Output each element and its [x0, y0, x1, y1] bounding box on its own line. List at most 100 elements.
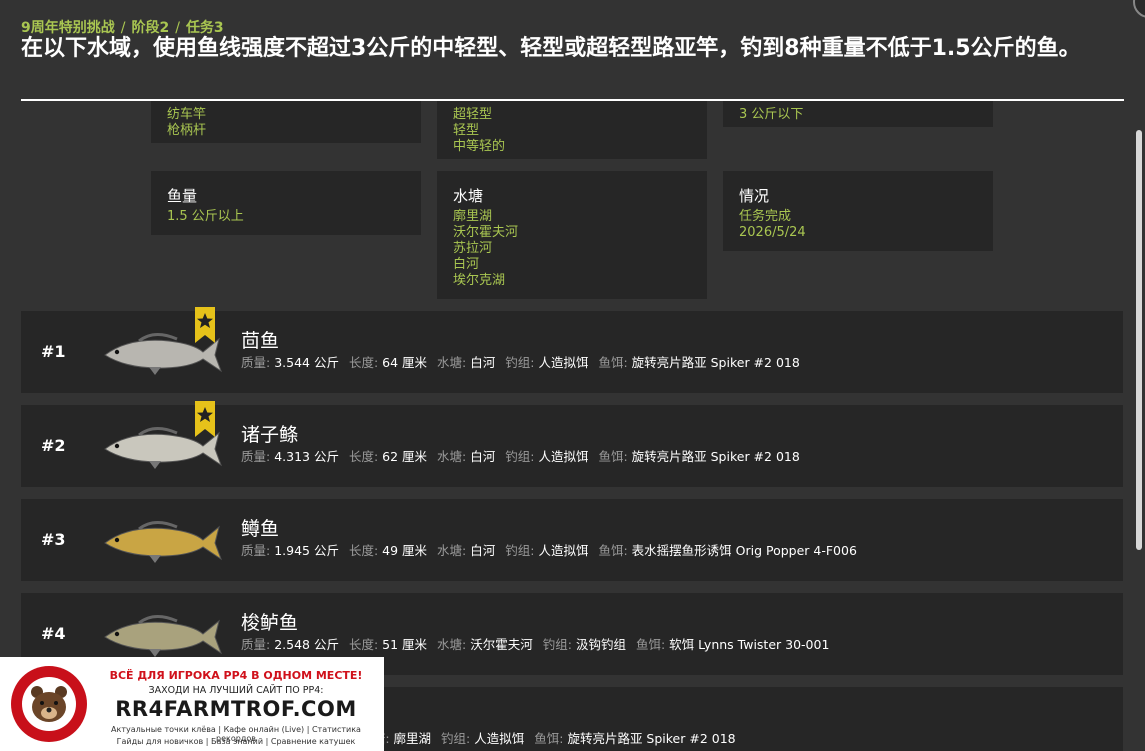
ad-headline: ВСЁ ДЛЯ ИГРОКА РР4 В ОДНОМ МЕСТЕ! [109, 669, 363, 682]
detail-value-length: 49 厘米 [382, 543, 428, 558]
detail-value-length: 64 厘米 [382, 355, 428, 370]
card-rod-type-value-3: 中等轻的 [453, 139, 506, 154]
catch-row[interactable]: #1 茴鱼 质量: 3.544 公斤 长度: 64 厘米 水塘: 白河 钓组: 人造… [21, 307, 1123, 393]
ad-subheadline: ЗАХОДИ НА ЛУЧШИЙ САЙТ ПО РР4: [148, 685, 324, 696]
zander-fish-icon [104, 615, 223, 657]
breadcrumb-item-task: 任务3 [185, 20, 224, 36]
card-status: 情况 任务完成 2026/5/24 [723, 171, 993, 251]
detail-value-bait: 旋转亮片路亚 Spiker #2 018 [631, 449, 800, 464]
catch-details: 质量: 4.313 公斤 长度: 62 厘米 水塘: 白河 钓组: 人造拟饵 鱼… [241, 446, 806, 465]
pond-item: 沃尔霍夫河 [453, 225, 519, 240]
detail-key-length: 长度: [348, 449, 379, 464]
pond-item: 苏拉河 [453, 241, 493, 256]
detail-value-bait: 表水摇摆鱼形诱饵 Orig Popper 4-F006 [631, 543, 857, 558]
card-rod-type-value-2: 轻型 [453, 123, 480, 138]
card-line: 3 公斤以下 [723, 101, 993, 127]
card-status-label: 情况 [739, 187, 770, 205]
ad-site-url[interactable]: RR4FARMTROF.COM [96, 697, 376, 721]
catch-details: 质量: 3.544 公斤 长度: 64 厘米 水塘: 白河 钓组: 人造拟饵 鱼… [241, 352, 806, 371]
breadcrumb: 9周年特别挑战 / 阶段2/任务3 [21, 20, 224, 36]
fish-name: 鳟鱼 [241, 518, 280, 540]
catch-details: 质量: 2.548 公斤 长度: 51 厘米 水塘: 沃尔霍夫河 钓组: 汲钩钓… [241, 634, 835, 653]
pond-item: 埃尔克湖 [453, 273, 506, 288]
detail-key-rig: 钓组: [505, 543, 535, 558]
detail-value-weight: 2.548 公斤 [274, 637, 339, 652]
detail-value-weight: 4.313 公斤 [274, 449, 339, 464]
detail-value-weight: 1.945 公斤 [274, 543, 339, 558]
fish-name: 梭鲈鱼 [241, 612, 299, 634]
detail-key-rig: 钓组: [542, 637, 572, 652]
catch-rank: #3 [41, 530, 66, 549]
card-rod-value-1: 纺车竿 [167, 107, 207, 122]
card-fish-weight-value: 1.5 公斤以上 [167, 209, 244, 224]
card-ponds: 水塘 廓里湖 沃尔霍夫河 苏拉河 白河 埃尔克湖 [437, 171, 707, 299]
detail-key-bait: 鱼饵: [598, 355, 628, 370]
detail-value-rig: 人造拟饵 [538, 449, 589, 464]
card-rod: 纺车竿 枪柄杆 [151, 101, 421, 143]
detail-value-weight: 3.544 公斤 [274, 355, 339, 370]
detail-key-bait: 鱼饵: [635, 637, 666, 652]
catch-row[interactable]: #3 鳟鱼 质量: 1.945 公斤 长度: 49 厘米 水塘: 白河 钓组: 人造… [21, 499, 1123, 581]
title-divider [21, 99, 1124, 101]
pond-item: 廓里湖 [453, 209, 493, 224]
card-status-value: 任务完成 [739, 209, 792, 224]
card-status-date: 2026/5/24 [739, 225, 806, 240]
trout-fish-icon [104, 521, 223, 563]
trophy-star-badge-icon [195, 401, 215, 437]
detail-value-pond: 白河 [470, 449, 496, 464]
detail-value-pond: 沃尔霍夫河 [470, 637, 533, 652]
catch-details: 质量: 1.945 公斤 长度: 49 厘米 水塘: 白河 钓组: 人造拟饵 鱼… [241, 540, 863, 559]
catch-rank: #1 [41, 342, 66, 361]
detail-value-pond: 廓里湖 [393, 731, 432, 746]
detail-key-rig: 钓组: [505, 449, 535, 464]
detail-key-length: 长度: [348, 637, 379, 652]
detail-value-bait: 旋转亮片路亚 Spiker #2 018 [631, 355, 800, 370]
detail-value-rig: 汲钩钓组 [575, 637, 626, 652]
detail-key-weight: 质量: [241, 543, 271, 558]
detail-key-length: 长度: [348, 355, 379, 370]
catch-rank: #2 [41, 436, 66, 455]
bear-logo-icon [11, 666, 87, 742]
catch-rank: #4 [41, 624, 66, 643]
detail-key-weight: 质量: [241, 355, 271, 370]
detail-value-pond: 白河 [470, 543, 496, 558]
detail-key-pond: 水塘: [437, 543, 467, 558]
detail-key-pond: 水塘: [437, 355, 467, 370]
detail-key-pond: 水塘: [437, 637, 467, 652]
detail-key-rig: 钓组: [505, 355, 535, 370]
detail-value-bait: 旋转亮片路亚 Spiker #2 018 [567, 731, 736, 746]
task-header: 9周年特别挑战 / 阶段2/任务3 在以下水域，使用鱼线强度不超过3公斤的中轻型、轻… [0, 0, 1145, 101]
card-ponds-label: 水塘 [453, 187, 484, 205]
detail-value-length: 51 厘米 [382, 637, 428, 652]
detail-key-length: 长度: [348, 543, 379, 558]
ad-banner[interactable]: ВСЁ ДЛЯ ИГРОКА РР4 В ОДНОМ МЕСТЕ! ЗАХОДИ… [0, 657, 384, 751]
detail-key-bait: 鱼饵: [598, 543, 628, 558]
catch-row[interactable]: #2 诸子鲦 质量: 4.313 公斤 长度: 62 厘米 水塘: 白河 钓组: 人… [21, 401, 1123, 487]
trophy-star-badge-icon [195, 307, 215, 343]
detail-key-pond: 水塘: [437, 449, 467, 464]
ad-links-2: Гайды для новичков | База знаний | Сравн… [116, 737, 356, 746]
detail-key-rig: 钓组: [441, 731, 471, 746]
detail-key-weight: 质量: [241, 637, 271, 652]
card-fish-weight: 鱼量 1.5 公斤以上 [151, 171, 421, 235]
breadcrumb-item-challenge[interactable]: 9周年特别挑战 [21, 20, 115, 36]
card-line-value: 3 公斤以下 [739, 107, 804, 122]
card-rod-type-value-1: 超轻型 [453, 107, 493, 122]
detail-value-length: 62 厘米 [382, 449, 428, 464]
detail-key-weight: 质量: [241, 449, 271, 464]
card-rod-value-2: 枪柄杆 [167, 123, 207, 138]
pond-item: 白河 [453, 257, 480, 272]
detail-value-rig: 人造拟饵 [474, 731, 525, 746]
fish-name: 诸子鲦 [241, 424, 299, 446]
detail-value-rig: 人造拟饵 [538, 355, 589, 370]
task-title: 在以下水域，使用鱼线强度不超过3公斤的中轻型、轻型或超轻型路亚竿，钓到8种重量不… [21, 36, 1081, 61]
scrollbar[interactable] [1136, 130, 1142, 550]
card-fish-weight-label: 鱼量 [167, 187, 198, 205]
task-content: 纺车竿 枪柄杆 超轻型 轻型 中等轻的 3 公斤以下 鱼量 1.5 公斤以上 水… [0, 101, 1145, 751]
detail-key-bait: 鱼饵: [598, 449, 628, 464]
breadcrumb-item-stage[interactable]: 阶段2 [131, 20, 169, 36]
card-rod-type: 超轻型 轻型 中等轻的 [437, 101, 707, 159]
detail-value-bait: 软饵 Lynns Twister 30-001 [669, 637, 830, 652]
detail-value-rig: 人造拟饵 [538, 543, 589, 558]
detail-key-bait: 鱼饵: [534, 731, 564, 746]
